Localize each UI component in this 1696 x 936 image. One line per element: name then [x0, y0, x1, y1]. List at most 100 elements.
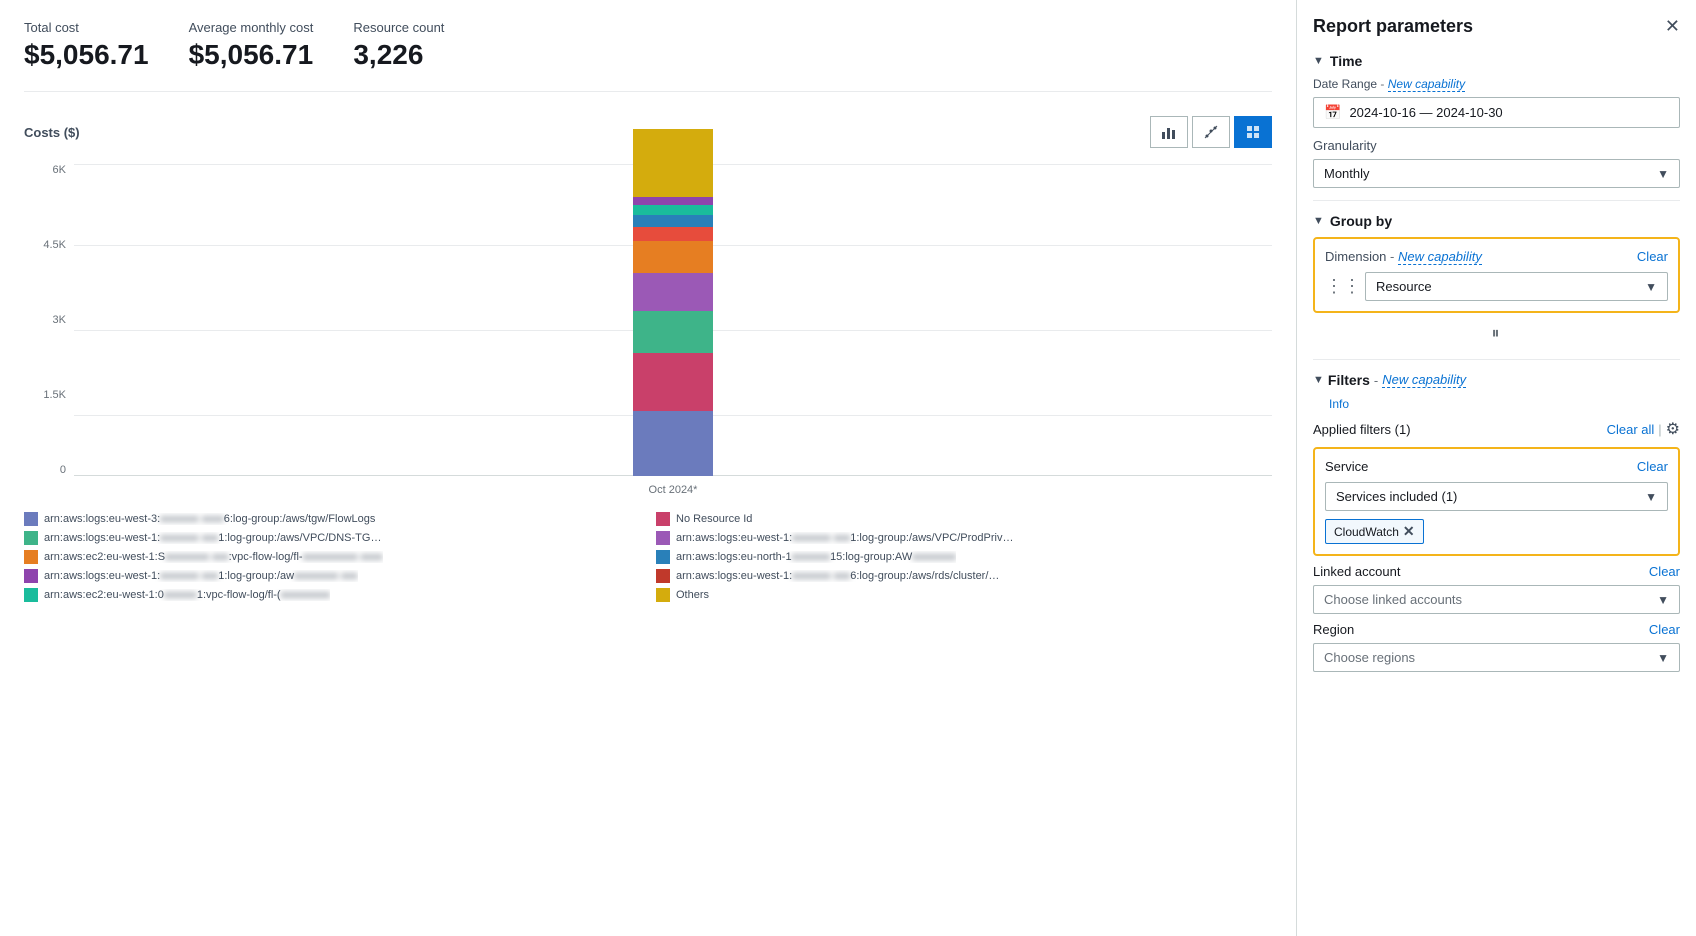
bar-chart-btn[interactable]	[1150, 116, 1188, 148]
scatter-chart-btn[interactable]	[1192, 116, 1230, 148]
x-label: Oct 2024*	[649, 484, 698, 496]
granularity-group: Granularity Monthly ▼	[1313, 138, 1680, 188]
legend-item-3: arn:aws:logs:eu-west-1:xxxxxxx xxx1:log-…	[24, 531, 640, 545]
dimension-box: Dimension - New capability Clear ⋮⋮ Reso…	[1313, 237, 1680, 313]
linked-account-section: Linked account Clear Choose linked accou…	[1313, 564, 1680, 614]
legend-color-4	[656, 531, 670, 545]
region-placeholder: Choose regions	[1324, 650, 1415, 665]
region-select-display[interactable]: Choose regions ▼	[1313, 643, 1680, 672]
service-clear-button[interactable]: Clear	[1637, 459, 1668, 474]
legend-text-8: arn:aws:logs:eu-west-1:xxxxxxx xxx6:log-…	[676, 570, 1016, 582]
region-select[interactable]: Choose regions ▼	[1313, 643, 1680, 672]
separator: |	[1658, 422, 1661, 437]
time-section-title: Time	[1330, 53, 1362, 69]
legend-color-7	[24, 569, 38, 583]
panel-close-button[interactable]: ✕	[1665, 16, 1680, 37]
stacked-chart-btn[interactable]	[1234, 116, 1272, 148]
date-range-value: 2024-10-16 — 2024-10-30	[1349, 105, 1502, 120]
legend-item-no-resource: No Resource Id	[656, 512, 1272, 526]
legend-text-7: arn:aws:logs:eu-west-1:xxxxxxx xxx1:log-…	[44, 570, 358, 582]
divider-1	[1313, 200, 1680, 201]
y-label-1.5k: 1.5K	[43, 389, 66, 401]
bar-segment-2	[633, 353, 713, 411]
filters-header[interactable]: ▼ Filters - New capability	[1313, 372, 1680, 388]
y-label-4.5k: 4.5K	[43, 239, 66, 251]
panel-title: Report parameters	[1313, 16, 1473, 37]
metrics-row: Total cost $5,056.71 Average monthly cos…	[24, 20, 1272, 92]
legend-item-6: arn:aws:logs:eu-north-1xxxxxxx15:log-gro…	[656, 550, 1272, 564]
filters-settings-button[interactable]: ⚙	[1666, 419, 1680, 439]
right-panel: Report parameters ✕ ▼ Time Date Range - …	[1296, 0, 1696, 936]
region-chevron-down-icon: ▼	[1657, 651, 1669, 665]
total-cost-label: Total cost	[24, 20, 149, 35]
main-content: Total cost $5,056.71 Average monthly cos…	[0, 0, 1296, 936]
bar-segment-5	[633, 241, 713, 273]
linked-account-select[interactable]: Choose linked accounts ▼	[1313, 585, 1680, 614]
divider-2	[1313, 359, 1680, 360]
linked-account-display[interactable]: Choose linked accounts ▼	[1313, 585, 1680, 614]
calendar-icon: 📅	[1324, 104, 1341, 121]
clear-all-button[interactable]: Clear all	[1607, 422, 1655, 437]
group-by-title: Group by	[1330, 213, 1392, 229]
applied-filters-label: Applied filters (1)	[1313, 422, 1411, 437]
legend-text-others: Others	[676, 589, 709, 601]
filters-info-link[interactable]: Info	[1329, 397, 1349, 411]
applied-filters-row: Applied filters (1) Clear all | ⚙	[1313, 419, 1680, 439]
service-filter-box: Service Clear Services included (1) ▼ Cl…	[1313, 447, 1680, 556]
bar-segment-10	[633, 129, 713, 197]
add-group-by-area: ⏸	[1313, 321, 1680, 347]
dimension-select[interactable]: Resource ▼	[1365, 272, 1668, 301]
cloudwatch-tag: CloudWatch ✕	[1325, 519, 1424, 544]
total-cost-metric: Total cost $5,056.71	[24, 20, 149, 71]
time-section-header[interactable]: ▼ Time	[1313, 53, 1680, 69]
dimension-select-row: ⋮⋮ Resource ▼	[1325, 272, 1668, 301]
drag-handle-icon: ⋮⋮	[1325, 276, 1361, 297]
stacked-bar	[633, 129, 713, 476]
group-by-header[interactable]: ▼ Group by	[1313, 213, 1680, 229]
bar-segment-8	[633, 205, 713, 215]
legend-color-no-resource	[656, 512, 670, 526]
granularity-label: Granularity	[1313, 138, 1680, 153]
chart-legend: arn:aws:logs:eu-west-3:xxxxxxx xxxx6:log…	[24, 512, 1272, 602]
chart-wrapper: 6K 4.5K 3K 1.5K 0	[24, 160, 1272, 500]
date-range-input[interactable]: 📅 2024-10-16 — 2024-10-30	[1313, 97, 1680, 128]
dimension-value: Resource	[1376, 279, 1432, 294]
legend-color-9	[24, 588, 38, 602]
legend-item-8: arn:aws:logs:eu-west-1:xxxxxxx xxx6:log-…	[656, 569, 1272, 583]
legend-text-5: arn:aws:ec2:eu-west-1:Sxxxxxxxx xxx:vpc-…	[44, 551, 383, 563]
pause-icon: ⏸	[1491, 325, 1501, 343]
granularity-value: Monthly	[1324, 166, 1370, 181]
service-filter-label: Service	[1325, 459, 1368, 474]
cloudwatch-tag-remove-button[interactable]: ✕	[1403, 523, 1415, 540]
cloudwatch-tag-label: CloudWatch	[1334, 525, 1399, 539]
services-included-select[interactable]: Services included (1) ▼	[1325, 482, 1668, 511]
legend-text-4: arn:aws:logs:eu-west-1:xxxxxxx xxx1:log-…	[676, 532, 1016, 544]
legend-item-1: arn:aws:logs:eu-west-3:xxxxxxx xxxx6:log…	[24, 512, 640, 526]
granularity-select-display[interactable]: Monthly ▼	[1313, 159, 1680, 188]
y-label-0: 0	[60, 464, 66, 476]
resource-count-metric: Resource count 3,226	[353, 20, 444, 71]
legend-item-5: arn:aws:ec2:eu-west-1:Sxxxxxxxx xxx:vpc-…	[24, 550, 640, 564]
linked-account-clear-button[interactable]: Clear	[1649, 564, 1680, 579]
legend-text-6: arn:aws:logs:eu-north-1xxxxxxx15:log-gro…	[676, 551, 956, 563]
legend-color-1	[24, 512, 38, 526]
granularity-select[interactable]: Monthly ▼	[1313, 159, 1680, 188]
bar-segment-9	[633, 197, 713, 205]
dimension-header: Dimension - New capability Clear	[1325, 249, 1668, 264]
region-label: Region	[1313, 622, 1354, 637]
date-range-label: Date Range - New capability	[1313, 77, 1680, 91]
legend-color-3	[24, 531, 38, 545]
y-label-3k: 3K	[53, 314, 66, 326]
services-included-display[interactable]: Services included (1) ▼	[1325, 482, 1668, 511]
legend-text-3: arn:aws:logs:eu-west-1:xxxxxxx xxx1:log-…	[44, 532, 384, 544]
legend-color-others	[656, 588, 670, 602]
dimension-clear-button[interactable]: Clear	[1637, 249, 1668, 264]
filters-capability: New capability	[1382, 372, 1466, 388]
bar-segment-4	[633, 273, 713, 311]
legend-color-5	[24, 550, 38, 564]
services-chevron-down-icon: ▼	[1645, 490, 1657, 504]
y-label-6k: 6K	[53, 164, 66, 176]
dimension-select-display[interactable]: Resource ▼	[1365, 272, 1668, 301]
region-clear-button[interactable]: Clear	[1649, 622, 1680, 637]
linked-account-placeholder: Choose linked accounts	[1324, 592, 1462, 607]
